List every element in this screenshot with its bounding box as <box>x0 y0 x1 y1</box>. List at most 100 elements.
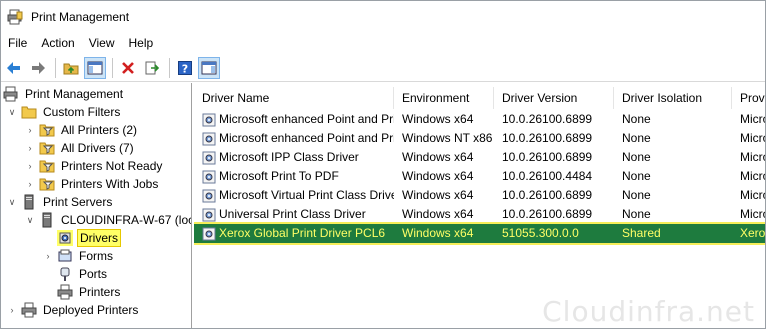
driver-icon <box>202 151 216 165</box>
forms-icon <box>57 248 73 264</box>
filter-folder-icon <box>39 140 55 156</box>
menu-view[interactable]: View <box>82 33 122 53</box>
driver-name-text: Microsoft enhanced Point and Print compa… <box>219 131 394 145</box>
driver-icon <box>202 208 216 222</box>
filter-folder-icon <box>39 176 55 192</box>
cell-driver-isolation: None <box>622 188 651 202</box>
chevron-down-icon[interactable]: ∨ <box>25 215 35 225</box>
menu-action[interactable]: Action <box>34 33 81 53</box>
svg-text:?: ? <box>182 62 188 75</box>
tree-label: Forms <box>79 249 113 263</box>
list-header: Driver Name Environment Driver Version D… <box>194 87 765 109</box>
cell-environment: Windows x64 <box>402 112 474 126</box>
cell-driver-name: Universal Print Class Driver <box>194 205 394 224</box>
column-header-driver-isolation[interactable]: Driver Isolation <box>614 87 732 109</box>
cell-driver-version: 10.0.26100.4484 <box>502 169 593 183</box>
cell-driver-version: 10.0.26100.6899 <box>502 150 593 164</box>
chevron-down-icon[interactable]: ∨ <box>7 197 17 207</box>
tree-item-all-printers[interactable]: › All Printers (2) <box>25 121 139 139</box>
cell-provider: Xerox <box>740 226 766 240</box>
cell-driver-isolation: None <box>622 131 651 145</box>
tree-item-ports[interactable]: Ports <box>57 265 109 283</box>
printer-icon <box>57 284 73 300</box>
driver-name-text: Xerox Global Print Driver PCL6 <box>219 226 386 240</box>
table-row[interactable]: Microsoft enhanced Point and Print compa… <box>194 110 765 129</box>
column-header-driver-version[interactable]: Driver Version <box>494 87 614 109</box>
tree-item-printers[interactable]: Printers <box>57 283 122 301</box>
menu-file[interactable]: File <box>1 33 34 53</box>
tree-item-all-drivers[interactable]: › All Drivers (7) <box>25 139 136 157</box>
forward-button[interactable] <box>27 57 49 79</box>
chevron-right-icon[interactable]: › <box>43 251 53 261</box>
toolbar: ? <box>1 54 765 82</box>
cell-driver-name: Microsoft Virtual Print Class Driver <box>194 186 394 205</box>
driver-name-text: Microsoft Print To PDF <box>219 169 339 183</box>
show-hide-action-pane-button[interactable] <box>198 56 220 79</box>
show-hide-console-tree-button[interactable] <box>84 56 106 79</box>
table-row-selected[interactable]: Xerox Global Print Driver PCL6 Windows x… <box>194 222 766 245</box>
export-list-button[interactable] <box>141 57 163 79</box>
cell-environment: Windows x64 <box>402 226 474 240</box>
title-bar: Print Management <box>1 1 765 33</box>
tree-item-print-servers[interactable]: ∨ Print Servers <box>7 193 114 211</box>
tree-item-forms[interactable]: › Forms <box>43 247 115 265</box>
tree-label: Printers Not Ready <box>61 159 163 173</box>
window-title: Print Management <box>31 10 130 24</box>
show-hide-tree-icon <box>87 61 103 74</box>
tree-item-printers-not-ready[interactable]: › Printers Not Ready <box>25 157 164 175</box>
tree-item-custom-filters[interactable]: ∨ Custom Filters <box>7 103 122 121</box>
tree-item-print-management[interactable]: Print Management <box>3 85 125 103</box>
chevron-down-icon[interactable]: ∨ <box>7 107 17 117</box>
back-button[interactable] <box>3 57 25 79</box>
export-icon <box>145 61 160 74</box>
console-tree: Print Management ∨ Custom Filters › All … <box>1 83 192 328</box>
tree-label: Custom Filters <box>43 105 121 119</box>
delete-button[interactable] <box>117 57 139 79</box>
column-header-driver-name[interactable]: Driver Name <box>194 87 394 109</box>
tree-item-printers-with-jobs[interactable]: › Printers With Jobs <box>25 175 160 193</box>
table-row[interactable]: Universal Print Class Driver Windows x64… <box>194 205 765 224</box>
cell-driver-version: 10.0.26100.6899 <box>502 188 593 202</box>
toolbar-separator <box>169 57 170 78</box>
ports-icon <box>57 266 73 282</box>
show-hide-action-pane-icon <box>201 61 217 74</box>
column-header-environment[interactable]: Environment <box>394 87 494 109</box>
tree-expander-spacer <box>43 233 53 243</box>
chevron-right-icon[interactable]: › <box>25 161 35 171</box>
chevron-right-icon[interactable]: › <box>25 143 35 153</box>
cell-driver-version: 51055.300.0.0 <box>502 226 579 240</box>
chevron-right-icon[interactable]: › <box>25 179 35 189</box>
driver-name-text: Microsoft enhanced Point and Print compa… <box>219 112 394 126</box>
table-row[interactable]: Microsoft IPP Class Driver Windows x64 1… <box>194 148 765 167</box>
tree-item-deployed-printers[interactable]: › Deployed Printers <box>7 301 140 319</box>
help-button[interactable]: ? <box>174 57 196 79</box>
filter-folder-icon <box>39 158 55 174</box>
cell-environment: Windows x64 <box>402 169 474 183</box>
up-one-level-button[interactable] <box>60 57 82 79</box>
chevron-right-icon[interactable]: › <box>7 305 17 315</box>
driver-icon <box>202 132 216 146</box>
menu-help[interactable]: Help <box>122 33 161 53</box>
server-icon <box>39 212 55 228</box>
tree-item-server[interactable]: ∨ CLOUDINFRA-W-67 (local) <box>25 211 191 229</box>
cell-driver-version: 10.0.26100.6899 <box>502 207 593 221</box>
cell-environment: Windows x64 <box>402 207 474 221</box>
table-row[interactable]: Microsoft Print To PDF Windows x64 10.0.… <box>194 167 765 186</box>
tree-label: Drivers <box>77 229 121 247</box>
print-management-window: Print Management File Action View Help ?… <box>0 0 766 329</box>
tree-item-drivers[interactable]: Drivers <box>43 229 121 247</box>
driver-icon <box>202 113 216 127</box>
cell-provider: Microsoft <box>740 169 765 183</box>
tree-label: All Drivers (7) <box>61 141 134 155</box>
chevron-right-icon[interactable]: › <box>25 125 35 135</box>
cell-driver-version: 10.0.26100.6899 <box>502 131 593 145</box>
delete-icon <box>122 61 134 74</box>
folder-icon <box>21 104 37 120</box>
column-header-provider[interactable]: Provider <box>732 87 765 109</box>
cell-provider: Microsoft <box>740 188 765 202</box>
table-row[interactable]: Microsoft enhanced Point and Print compa… <box>194 129 765 148</box>
help-icon: ? <box>178 60 192 75</box>
toolbar-separator <box>55 57 56 78</box>
tree-label: Deployed Printers <box>43 303 139 317</box>
table-row[interactable]: Microsoft Virtual Print Class Driver Win… <box>194 186 765 205</box>
